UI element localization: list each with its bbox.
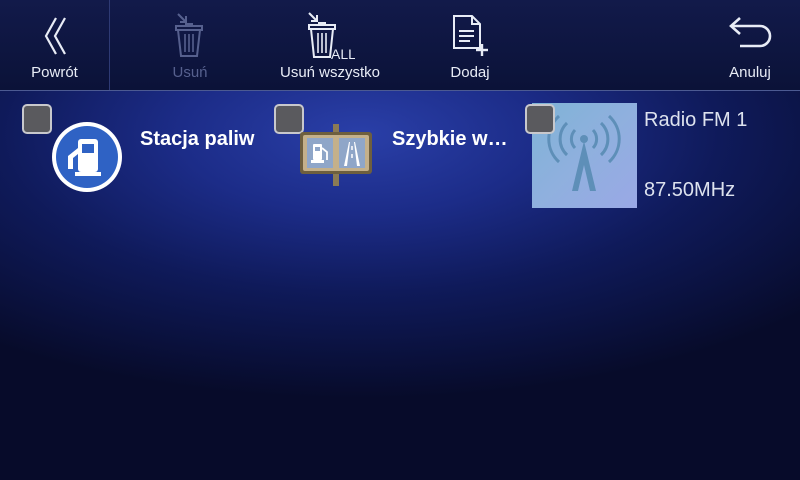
list-item-fuel-station[interactable]: Stacja paliw xyxy=(0,100,265,220)
toolbar-divider xyxy=(109,0,110,90)
item-checkbox[interactable] xyxy=(22,104,52,134)
delete-all-label: Usuń wszystko xyxy=(279,64,381,81)
delete-button[interactable]: Usuń xyxy=(140,0,240,90)
list-item-road-sign[interactable]: Szybkie w… xyxy=(270,100,520,220)
item-title: Stacja paliw xyxy=(140,128,255,150)
road-sign-icon xyxy=(298,124,374,191)
back-button[interactable]: Powrót xyxy=(0,0,109,90)
radio-frequency: 87.50MHz xyxy=(644,179,736,201)
item-title: Szybkie w… xyxy=(392,128,508,150)
back-label: Powrót xyxy=(31,64,78,81)
cancel-button[interactable]: Anuluj xyxy=(700,0,800,90)
toolbar: Powrót Usuń ALL Usuń wszystko Dodaj Anul… xyxy=(0,0,800,91)
add-document-icon xyxy=(448,12,492,60)
radio-station-name: Radio FM 1 xyxy=(644,109,748,131)
delete-label: Usuń xyxy=(172,64,208,81)
undo-arrow-icon xyxy=(726,12,774,60)
add-button[interactable]: Dodaj xyxy=(420,0,520,90)
cancel-label: Anuluj xyxy=(729,64,771,81)
list-item-radio[interactable]: Radio FM 1 87.50MHz xyxy=(520,100,800,220)
trash-all-icon-text: ALL xyxy=(331,46,355,61)
chevron-left-icon xyxy=(40,12,70,60)
trash-icon xyxy=(170,12,210,60)
delete-all-button[interactable]: ALL Usuń wszystko xyxy=(268,0,392,90)
add-label: Dodaj xyxy=(450,64,490,81)
fuel-station-icon xyxy=(50,120,124,199)
trash-all-icon: ALL xyxy=(305,12,355,61)
item-checkbox[interactable] xyxy=(525,104,555,134)
